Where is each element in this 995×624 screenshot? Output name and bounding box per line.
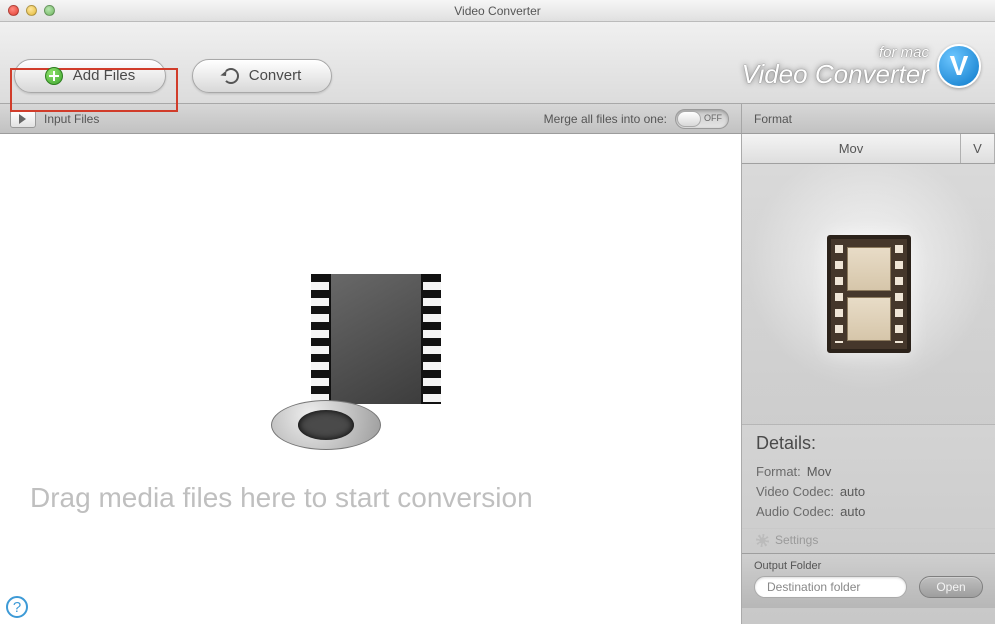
drop-area[interactable]: Drag media files here to start conversio… bbox=[0, 134, 742, 624]
film-thumbnail-icon bbox=[827, 235, 911, 353]
help-icon: ? bbox=[13, 599, 21, 616]
brand-title: Video Converter bbox=[742, 61, 929, 88]
output-folder-section: Output Folder Destination folder Open bbox=[742, 553, 995, 608]
gear-icon bbox=[756, 534, 769, 547]
open-label: Open bbox=[936, 580, 965, 594]
destination-placeholder: Destination folder bbox=[767, 580, 860, 594]
convert-button[interactable]: Convert bbox=[192, 59, 332, 93]
help-button[interactable]: ? bbox=[6, 596, 28, 618]
audio-codec-label: Audio Codec: bbox=[756, 504, 834, 519]
convert-label: Convert bbox=[249, 67, 302, 84]
format-panel: Mov V Details: Format: Mov Video Codec: … bbox=[742, 134, 995, 624]
window-title: Video Converter bbox=[0, 4, 995, 18]
subheader: Input Files Merge all files into one: OF… bbox=[0, 104, 995, 134]
input-files-label: Input Files bbox=[44, 112, 99, 126]
audio-codec-value: auto bbox=[840, 504, 865, 519]
format-tab-side-label: V bbox=[973, 141, 982, 156]
format-tab-main-label: Mov bbox=[839, 141, 864, 156]
video-codec-value: auto bbox=[840, 484, 865, 499]
titlebar: Video Converter bbox=[0, 0, 995, 22]
merge-label: Merge all files into one: bbox=[544, 112, 667, 126]
plus-icon bbox=[45, 67, 63, 85]
merge-toggle-state: OFF bbox=[704, 113, 722, 123]
convert-icon bbox=[223, 68, 239, 84]
drop-hint: Drag media files here to start conversio… bbox=[30, 482, 533, 514]
settings-button[interactable]: Settings bbox=[742, 528, 995, 553]
toolbar: Add Files Convert for mac Video Converte… bbox=[0, 22, 995, 104]
output-folder-label: Output Folder bbox=[754, 560, 983, 572]
brand-badge-icon: V bbox=[937, 44, 981, 88]
format-tab-side[interactable]: V bbox=[961, 134, 995, 163]
video-codec-label: Video Codec: bbox=[756, 484, 834, 499]
settings-label: Settings bbox=[775, 533, 818, 547]
brand: for mac Video Converter V bbox=[742, 44, 981, 88]
destination-folder-input[interactable]: Destination folder bbox=[754, 576, 907, 598]
details-section: Details: Format: Mov Video Codec: auto A… bbox=[742, 424, 995, 528]
format-label: Format: bbox=[756, 464, 801, 479]
format-value: Mov bbox=[807, 464, 832, 479]
input-files-icon[interactable] bbox=[10, 110, 36, 128]
format-tab-main[interactable]: Mov bbox=[742, 134, 961, 163]
add-files-label: Add Files bbox=[73, 67, 136, 84]
open-folder-button[interactable]: Open bbox=[919, 576, 983, 598]
format-section-label: Format bbox=[742, 112, 995, 126]
merge-toggle[interactable]: OFF bbox=[675, 109, 729, 129]
add-files-button[interactable]: Add Files bbox=[14, 59, 166, 93]
details-heading: Details: bbox=[756, 433, 981, 454]
format-preview bbox=[742, 164, 995, 424]
film-illustration-icon bbox=[271, 274, 471, 444]
